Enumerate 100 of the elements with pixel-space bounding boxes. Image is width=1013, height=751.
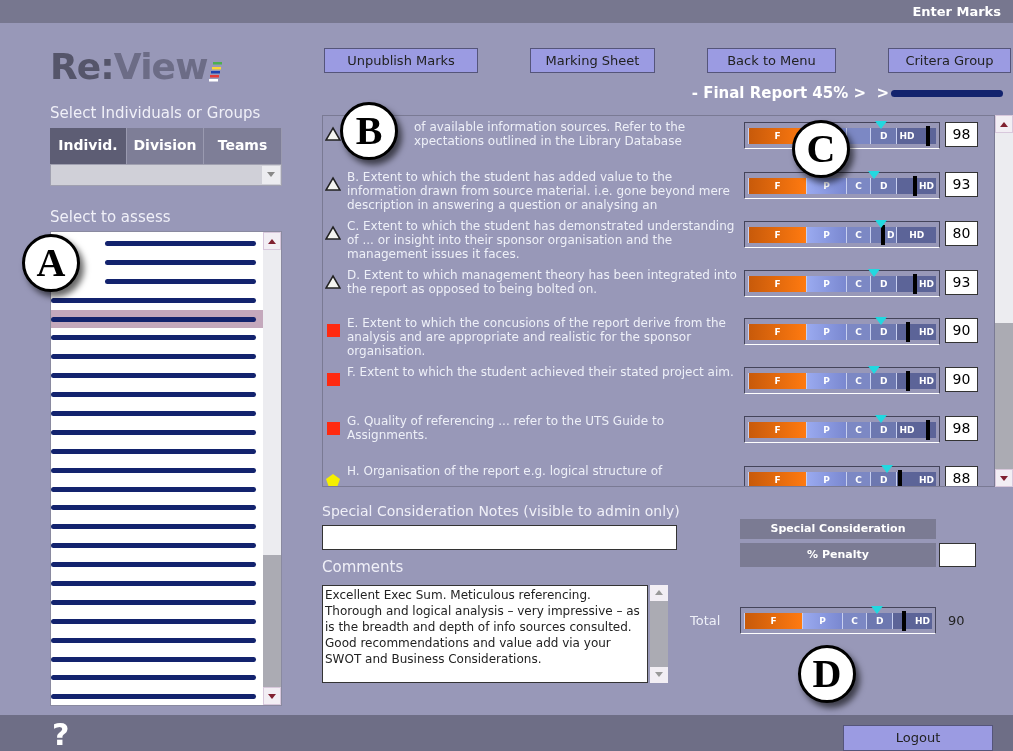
penalty-label: % Penalty <box>740 543 936 567</box>
toolbar-button[interactable]: Marking Sheet <box>530 48 655 73</box>
criterion-text: G. Quality of referencing ... refer to the UTS Guide to Assignments. <box>347 414 665 442</box>
callout-label: B <box>340 102 398 160</box>
mark-field[interactable]: 98 <box>945 122 978 147</box>
triangle-icon <box>325 274 341 290</box>
scrollbar[interactable] <box>995 115 1013 487</box>
grade-label: F <box>770 616 777 626</box>
help-link[interactable]: ? <box>52 719 70 751</box>
grade-label: C <box>855 376 862 386</box>
section-header: Special Consideration <box>740 519 936 539</box>
callout-label: A <box>22 234 80 292</box>
criterion-text: D. Extent to which management theory has been integrated into the report as opposed to being bolted on. <box>347 268 738 296</box>
pointer-icon[interactable] <box>867 366 880 374</box>
mark-field[interactable]: 93 <box>945 270 978 295</box>
tab[interactable]: Individ. <box>50 127 127 164</box>
callout-label: C <box>792 120 850 178</box>
criterion-text: B. Extent to which the student has added value to the information drawn from source material. i.e. gone beyond mere description in answering a question or analysing an <box>347 170 731 212</box>
list-row[interactable] <box>51 309 263 329</box>
total-label: Total <box>690 611 722 630</box>
logo-icon <box>208 61 223 83</box>
tab[interactable]: Teams <box>204 127 282 164</box>
score-marker[interactable] <box>898 470 903 486</box>
breadcrumb: - Final Report 45% > > <box>691 82 889 104</box>
toolbar-button[interactable]: Unpublish Marks <box>324 48 478 73</box>
grade-label: D <box>880 475 888 485</box>
grade-label: C <box>855 181 862 191</box>
score-marker[interactable] <box>901 611 906 631</box>
score-marker[interactable] <box>926 420 931 440</box>
grade-label: P <box>823 230 830 240</box>
grade-label: HD <box>918 475 934 485</box>
grade-label: HD <box>914 616 930 626</box>
pointer-icon[interactable] <box>875 317 888 325</box>
grade-slider[interactable]: F P C D HD <box>740 607 936 634</box>
grade-label: F <box>774 327 781 337</box>
grade-slider[interactable]: F P C D HD <box>744 416 940 443</box>
grade-label: C <box>855 475 862 485</box>
mark-field[interactable]: 93 <box>945 172 978 197</box>
grade-label: HD <box>918 376 934 386</box>
grade-slider[interactable]: F P C D HD <box>744 367 940 394</box>
pointer-icon[interactable] <box>875 220 888 228</box>
grade-label: D <box>880 425 888 435</box>
grade-label: P <box>819 616 826 626</box>
mark-field[interactable]: 90 <box>945 318 978 343</box>
scrollbar[interactable] <box>263 232 281 705</box>
grade-label: P <box>823 327 830 337</box>
notes-field[interactable] <box>322 525 677 550</box>
mark-field[interactable]: 90 <box>945 367 978 392</box>
grade-slider[interactable]: F P C D HD <box>744 318 940 345</box>
criterion-text: of available information sources. Refer to the xpectations outlined in the Library Database <box>414 120 687 148</box>
grade-label: C <box>855 425 862 435</box>
grade-label: F <box>774 181 781 191</box>
section-label: Comments <box>322 557 405 578</box>
scroll-down-icon[interactable] <box>268 693 276 699</box>
tab[interactable]: Division <box>127 127 204 164</box>
comments-field[interactable]: Excellent Exec Sum. Meticulous referencing. Thorough and logical analysis – very impressive – as is the breadth and depth of info sources consulted. Good recommendations and value add via your SWOT and Business Considerations. <box>322 584 648 683</box>
criterion-text: E. Extent to which the concusions of the report derive from the analysis and are appropriate and realistic for the sponsor organisation. <box>347 316 727 358</box>
grade-slider[interactable]: F P C D HD <box>744 172 940 199</box>
pointer-icon[interactable] <box>871 606 884 614</box>
square-icon <box>325 322 341 338</box>
section-label: Select Individuals or Groups <box>50 103 262 124</box>
triangle-icon <box>325 176 341 192</box>
pointer-icon[interactable] <box>881 465 894 473</box>
grade-label: C <box>855 230 862 240</box>
grade-label: D <box>880 376 888 386</box>
grade-slider[interactable]: F P C D HD <box>744 466 940 486</box>
scroll-up-icon[interactable] <box>1000 121 1008 127</box>
score-marker[interactable] <box>881 225 886 245</box>
criterion-text: C. Extent to which the student has demonstrated understanding of ... or insight into their sponsor organisation and the management issues it faces. <box>347 219 736 261</box>
toolbar-button[interactable]: Critera Group <box>888 48 1011 73</box>
criterion-text: H. Organisation of the report e.g. logical structure of <box>347 464 664 478</box>
score-marker[interactable] <box>913 274 918 294</box>
pointer-icon[interactable] <box>867 171 880 179</box>
dropdown[interactable] <box>50 163 282 186</box>
grade-slider[interactable]: F P C D HD <box>744 221 940 248</box>
pointer-icon[interactable] <box>867 269 880 277</box>
criterion-text: F. Extent to which the student achieved their stated project aim. <box>347 365 735 379</box>
pointer-icon[interactable] <box>875 415 888 423</box>
window-title: Enter Marks <box>912 2 1001 21</box>
logout-button[interactable]: Logout <box>843 725 993 751</box>
grade-label: D <box>887 230 895 240</box>
section-label: Select to assess <box>50 206 172 228</box>
grade-label: HD <box>918 279 934 289</box>
scroll-up-icon[interactable] <box>268 238 276 244</box>
grade-label: D <box>880 279 888 289</box>
score-marker[interactable] <box>905 371 910 391</box>
section-label: Special Consideration Notes (visible to admin only) <box>322 502 681 521</box>
score-marker[interactable] <box>913 176 918 196</box>
scroll-down-icon[interactable] <box>1000 475 1008 481</box>
grade-label: HD <box>918 327 934 337</box>
mark-field[interactable]: 80 <box>945 221 978 246</box>
grade-slider[interactable]: F P C D HD <box>744 270 940 297</box>
mark-field[interactable]: 98 <box>945 416 978 441</box>
penalty-field[interactable] <box>939 543 976 567</box>
grade-label: P <box>823 181 830 191</box>
pointer-icon[interactable] <box>875 121 888 129</box>
score-marker[interactable] <box>905 322 910 342</box>
toolbar-button[interactable]: Back to Menu <box>707 48 836 73</box>
score-marker[interactable] <box>926 126 931 146</box>
mark-field[interactable]: 88 <box>945 466 978 486</box>
